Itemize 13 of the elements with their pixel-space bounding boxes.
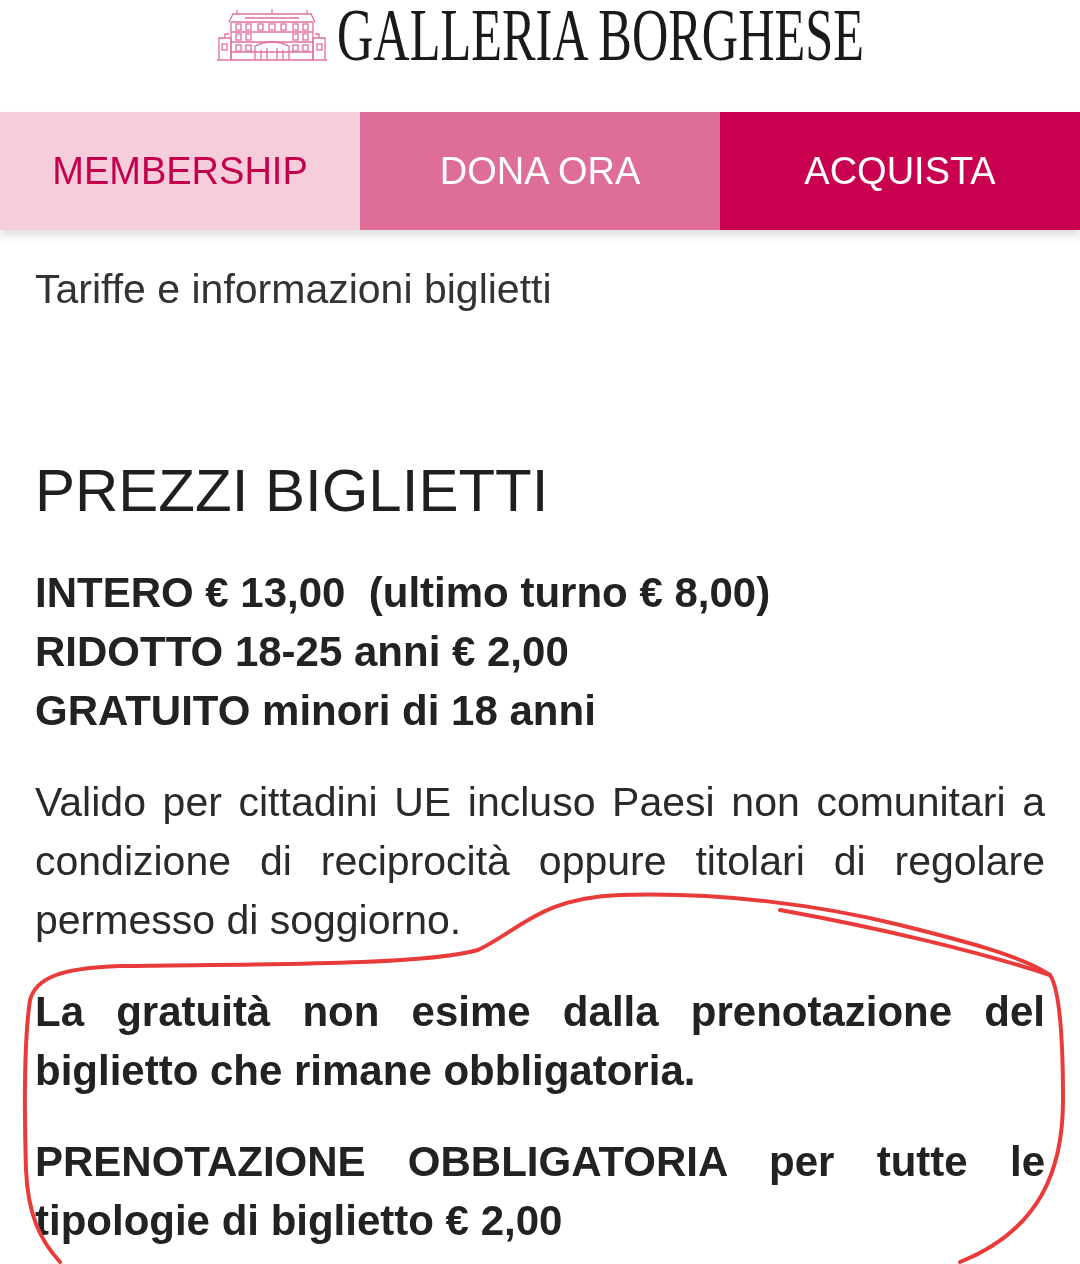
info-paragraph: La gratuità non esime dalla prenotazione del biglietto che rimane obbligatoria.	[35, 987, 1045, 1096]
price-line: INTERO € 13,00 (ultimo turno € 8,00)	[35, 568, 772, 618]
villa-facade-icon	[215, 8, 329, 62]
nav-link[interactable]: ACQUISTA	[720, 112, 1080, 230]
nav-link[interactable]: MEMBERSHIP	[0, 112, 360, 230]
page-subtitle: Tariffe e informazioni biglietti	[35, 265, 553, 314]
info-paragraph: Valido per cittadini UE incluso Paesi non comunitari a condizione di reciprocità oppure titolari di regolare permesso di soggiorno.	[35, 778, 1045, 945]
info-paragraph: PRENOTAZIONE OBBLIGATORIA per tutte le tipologie di biglietto € 2,00	[35, 1137, 1045, 1246]
price-line: GRATUITO minori di 18 anni	[35, 686, 597, 736]
section-title: PREZZI BIGLIETTI	[35, 456, 550, 526]
price-line: RIDOTTO 18-25 anni € 2,00	[35, 627, 570, 677]
nav-link[interactable]: DONA ORA	[360, 112, 720, 230]
museum-logo-text: GALLERIA BORGHESE	[337, 7, 864, 63]
